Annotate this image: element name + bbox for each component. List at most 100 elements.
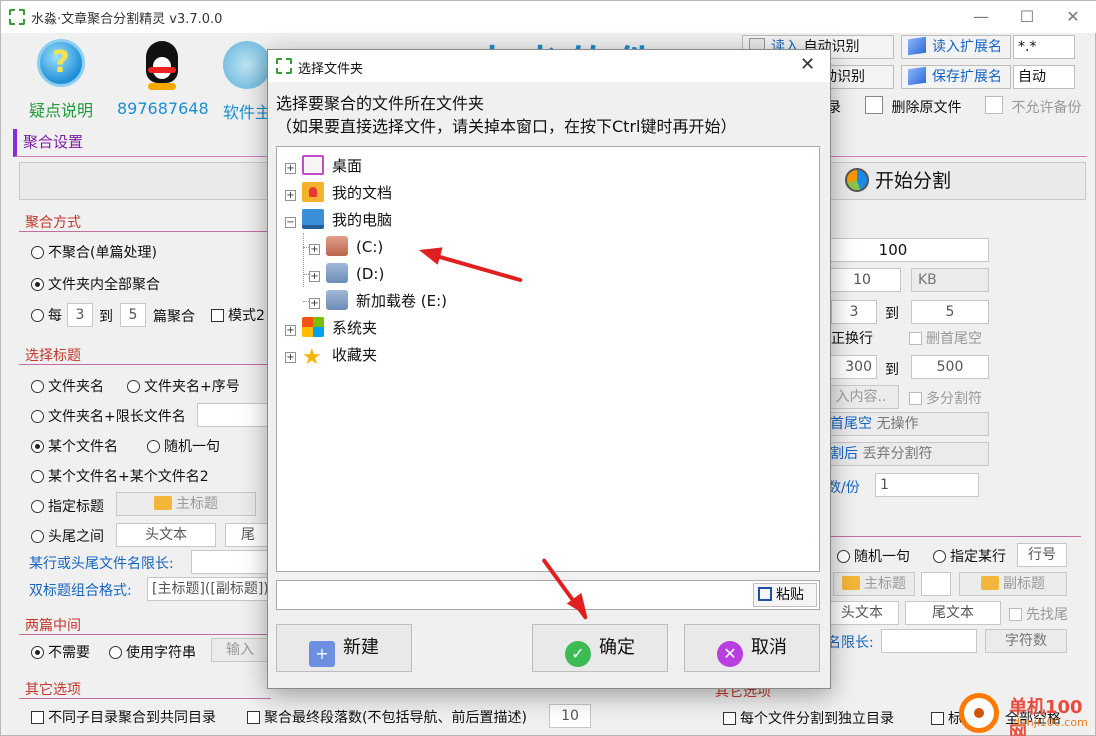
folder-tree[interactable]: + 桌面 + 我的文档 − 我的电脑 + (C:) + (D:) + 新加载卷 (E:) +… (276, 146, 820, 572)
cancel-x-icon: ✕ (717, 641, 743, 667)
dialog-close-button[interactable]: ✕ (800, 54, 815, 75)
find-tail-first-checkbox[interactable]: 先找尾 (1009, 604, 1068, 624)
save-ext-field[interactable]: 自动 (1013, 65, 1075, 89)
tree-item-system[interactable]: + 系统夹 (285, 315, 377, 342)
collapse-icon[interactable]: − (285, 217, 296, 228)
radio-all-in-folder[interactable]: 文件夹内全部聚合 (31, 274, 160, 294)
separator-field[interactable] (921, 572, 951, 596)
save-ext-button[interactable]: 保存扩展名 (901, 65, 1011, 89)
count-field[interactable]: 1 (875, 473, 979, 497)
radio-split-random[interactable]: 随机一句 (837, 546, 910, 566)
desktop-icon (302, 155, 324, 175)
radio-folder-seq[interactable]: 文件夹名+序号 (127, 376, 240, 396)
help-tool[interactable]: ? 疑点说明 (21, 39, 101, 121)
expand-icon[interactable]: + (285, 190, 296, 201)
trim-select[interactable]: 首尾空 无操作 (823, 412, 989, 436)
radio-specified[interactable]: 指定标题 (31, 496, 104, 516)
no-backup-checkbox[interactable]: 不允许备份 (985, 96, 1081, 117)
after-split-select[interactable]: 割后 丢弃分割符 (823, 442, 989, 466)
maximize-button[interactable]: ☐ (1005, 3, 1049, 31)
multi-sep-checkbox[interactable]: 多分割符 (909, 388, 982, 408)
expand-icon[interactable]: + (309, 271, 320, 282)
minimize-button[interactable]: — (959, 3, 1003, 31)
split-kb-field[interactable]: 10 (823, 268, 901, 292)
dialog-prompt-note: （如果要直接选择文件，请关掉本窗口，在按下Ctrl键时再开始） (276, 117, 737, 136)
radio-some-file[interactable]: 某个文件名 (31, 436, 118, 456)
sub-title-button[interactable]: 副标题 (959, 572, 1067, 596)
tree-item-drive-e[interactable]: + 新加载卷 (E:) (309, 288, 447, 315)
tree-item-my-docs[interactable]: + 我的文档 (285, 180, 392, 207)
radio-use-string[interactable]: 使用字符串 (109, 642, 196, 662)
limit-label: 某行或头尾文件名限长: (29, 556, 174, 572)
paste-icon (758, 587, 772, 601)
tree-item-drive-d[interactable]: + (D:) (309, 261, 384, 288)
range-from-field[interactable]: 3 (831, 300, 877, 324)
close-button[interactable]: ✕ (1051, 3, 1095, 31)
radio-some-file2[interactable]: 某个文件名+某个文件名2 (31, 466, 209, 486)
char-count-select[interactable]: 字符数 (985, 629, 1067, 653)
delete-original-checkbox[interactable]: 删除原文件 (865, 96, 961, 117)
help-label: 疑点说明 (28, 101, 93, 120)
tree-item-favorites[interactable]: + ★ 收藏夹 (285, 342, 377, 369)
head-text-field[interactable]: 头文本 (116, 523, 216, 547)
limit-field[interactable] (191, 550, 271, 574)
ok-button[interactable]: ✓ 确定 (532, 624, 668, 672)
merge-method-title: 聚合方式 (25, 215, 81, 231)
unit-select[interactable]: KB (911, 268, 989, 292)
tree-item-my-computer[interactable]: − 我的电脑 (285, 207, 392, 234)
radio-no-merge[interactable]: 不聚合(单篇处理) (31, 242, 157, 262)
expand-icon[interactable]: + (285, 352, 296, 363)
input-button[interactable]: 输入 (211, 638, 269, 662)
radio-specified-line[interactable]: 指定某行 (933, 546, 1006, 566)
expand-icon[interactable]: + (309, 244, 320, 255)
line-number-field[interactable]: 行号 (1017, 543, 1067, 567)
mode2-checkbox[interactable]: 模式2 (211, 305, 265, 325)
cancel-button[interactable]: ✕ 取消 (684, 624, 820, 672)
radio-head-tail[interactable]: 头尾之间 (31, 526, 104, 546)
combo-format-field[interactable]: [主标题]([副标题]) (147, 577, 271, 601)
expand-icon[interactable]: + (285, 163, 296, 174)
start-merge-button[interactable] (19, 162, 271, 200)
tree-item-desktop[interactable]: + 桌面 (285, 153, 362, 180)
split-tail-text-field[interactable]: 尾文本 (905, 601, 1001, 625)
software-tool[interactable]: 软件主 (223, 41, 269, 123)
paste-button[interactable]: 粘贴 (753, 583, 817, 607)
drive-icon (326, 236, 348, 256)
path-input[interactable]: 粘贴 (276, 580, 820, 610)
start-split-button[interactable]: 开始分割 (830, 162, 1086, 200)
dialog-prompt: 选择要聚合的文件所在文件夹 (276, 94, 485, 113)
read-ext-field[interactable]: *.* (1013, 35, 1075, 59)
insert-content-button[interactable]: 入内容.. (823, 385, 899, 409)
every-to-field[interactable]: 5 (120, 303, 146, 327)
radio-folder-len[interactable]: 文件夹名+限长文件名 (31, 406, 186, 426)
split-head-text-field[interactable]: 头文本 (825, 601, 899, 625)
expand-icon[interactable]: + (309, 298, 320, 309)
each-file-dir-checkbox[interactable]: 每个文件分割到独立目录 (723, 708, 894, 728)
qq-tool[interactable]: 897687648 (117, 41, 209, 118)
range-to-field[interactable]: 5 (911, 300, 989, 324)
tree-item-drive-c[interactable]: + (C:) (309, 234, 383, 261)
star-icon: ★ (302, 345, 322, 370)
read-ext-button[interactable]: 读入扩展名 (901, 35, 1011, 59)
final-para-field[interactable]: 10 (549, 704, 591, 728)
diff-dir-checkbox[interactable]: 不同子目录聚合到共同目录 (31, 707, 216, 727)
final-para-checkbox[interactable]: 聚合最终段落数(不包括导航、前后置描述) (247, 707, 527, 727)
del-space-checkbox[interactable]: 删首尾空 (909, 328, 982, 348)
tail-text-field[interactable]: 尾 (225, 523, 271, 547)
every-from-field[interactable]: 3 (67, 303, 93, 327)
split-main-title-button[interactable]: 主标题 (833, 572, 915, 596)
range2-to-field[interactable]: 500 (911, 355, 989, 379)
range2-from-field[interactable]: 300 (823, 355, 877, 379)
to-label: 到 (99, 309, 113, 325)
window-title: 水淼·文章聚合分割精灵 v3.7.0.0 (31, 12, 223, 27)
radio-between-none[interactable]: 不需要 (31, 642, 90, 662)
name-limit-field[interactable] (881, 629, 977, 653)
radio-folder-name[interactable]: 文件夹名 (31, 376, 104, 396)
merge-suffix-label: 篇聚合 (153, 309, 195, 325)
radio-random[interactable]: 随机一句 (147, 436, 220, 456)
main-title-button[interactable]: 主标题 (116, 492, 256, 516)
expand-icon[interactable]: + (285, 325, 296, 336)
len-field[interactable] (197, 403, 271, 427)
radio-every-n[interactable]: 每 (31, 305, 62, 325)
new-folder-button[interactable]: + 新建 (276, 624, 412, 672)
